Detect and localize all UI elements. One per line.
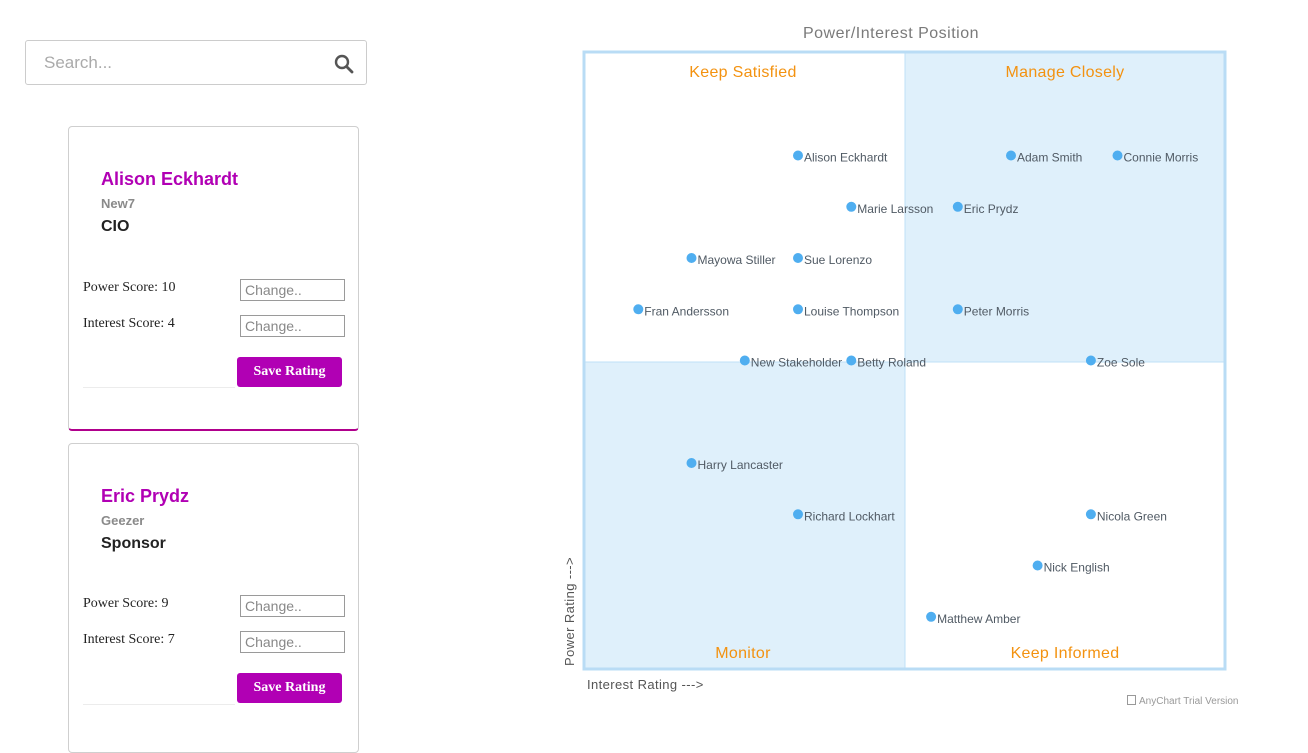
data-point[interactable]: Marie Larsson [846,201,933,216]
data-point[interactable]: Sue Lorenzo [793,253,872,267]
y-axis-label: Power Rating ---> [562,557,577,666]
data-point-marker[interactable] [686,253,697,263]
data-point-label: Alison Eckhardt [804,151,888,165]
data-point[interactable]: Mayowa Stiller [686,253,776,267]
quadrant-label-manage-closely: Manage Closely [1006,64,1125,81]
quadrant-label-keep-satisfied: Keep Satisfied [689,64,796,81]
data-point-marker[interactable] [846,355,857,366]
data-point-label: New Stakeholder [751,356,842,370]
chart-title: Power/Interest Position [803,25,979,42]
data-point-marker[interactable] [739,355,750,366]
data-point[interactable]: Harry Lancaster [686,458,783,472]
data-point-label: Marie Larsson [857,202,933,216]
data-point[interactable]: Richard Lockhart [793,509,895,523]
data-point-label: Fran Andersson [644,304,729,318]
data-point[interactable]: Louise Thompson [793,304,899,318]
data-point[interactable]: Peter Morris [952,304,1029,318]
data-point[interactable]: Adam Smith [1006,150,1082,165]
data-point-marker[interactable] [793,150,803,161]
data-point-marker[interactable] [633,304,644,315]
data-point[interactable]: Fran Andersson [633,304,729,318]
data-point-marker[interactable] [793,509,803,520]
data-point-marker[interactable] [846,201,857,212]
data-point-label: Mayowa Stiller [698,253,776,267]
data-point-marker[interactable] [1112,150,1123,161]
chart-credits-text: AnyChart Trial Version [1139,696,1239,707]
data-point[interactable]: Matthew Amber [926,611,1020,626]
data-point-marker[interactable] [1085,509,1096,520]
data-point[interactable]: Nick English [1032,560,1110,575]
data-point[interactable]: Nicola Green [1085,509,1167,523]
data-point[interactable]: Alison Eckhardt [793,150,888,165]
data-point-label: Louise Thompson [804,304,899,318]
data-point-marker[interactable] [1006,150,1016,161]
data-point-marker[interactable] [793,253,803,263]
data-point-label: Connie Morris [1124,151,1199,165]
data-point-label: Nicola Green [1097,509,1167,523]
data-point[interactable]: New Stakeholder [739,355,842,370]
data-point-marker[interactable] [793,304,803,315]
data-point-label: Betty Roland [857,356,926,370]
quadrant-label-keep-informed: Keep Informed [1011,645,1120,662]
data-point-label: Adam Smith [1017,151,1082,165]
data-point-marker[interactable] [952,201,963,212]
data-point-label: Peter Morris [964,304,1029,318]
chart-credits-icon [1127,695,1136,705]
data-point-label: Richard Lockhart [804,509,895,523]
x-axis-label: Interest Rating ---> [587,677,704,692]
chart-credits[interactable]: AnyChart Trial Version [1127,695,1239,707]
quadrant-label-monitor: Monitor [715,645,771,662]
data-point[interactable]: Betty Roland [846,355,926,370]
data-point[interactable]: Zoe Sole [1085,355,1145,370]
data-point-label: Zoe Sole [1097,356,1145,370]
power-interest-chart: Power/Interest Position Keep Satisfied M… [562,25,1227,692]
data-point-marker[interactable] [686,458,697,468]
data-point-marker[interactable] [926,611,937,622]
data-point-label: Nick English [1044,561,1110,575]
data-point-label: Eric Prydz [964,202,1019,216]
data-point[interactable]: Connie Morris [1112,150,1199,165]
data-point-marker[interactable] [1032,560,1043,571]
data-point-marker[interactable] [952,304,963,315]
data-point-label: Matthew Amber [937,612,1020,626]
data-point-label: Sue Lorenzo [804,253,872,267]
data-point-label: Harry Lancaster [698,458,783,472]
data-point-marker[interactable] [1085,355,1096,366]
